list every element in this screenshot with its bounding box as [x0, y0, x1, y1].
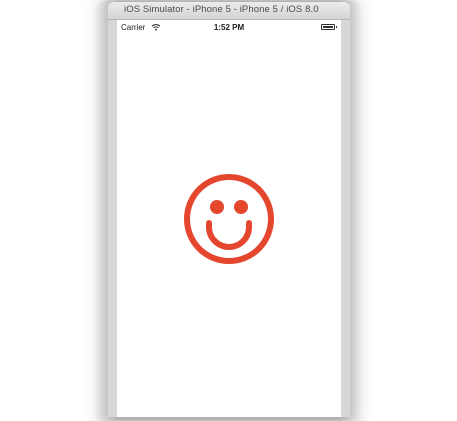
battery-fill	[323, 26, 333, 28]
status-bar: Carrier 1:52 PM	[117, 20, 341, 34]
window-title: iOS Simulator - iPhone 5 - iPhone 5 / iO…	[124, 4, 319, 15]
simulator-window: iOS Simulator - iPhone 5 - iPhone 5 / iO…	[108, 2, 350, 417]
smiley-left-eye	[210, 200, 224, 214]
status-time: 1:52 PM	[213, 23, 245, 32]
desktop: iOS Simulator - iPhone 5 - iPhone 5 / iO…	[0, 0, 457, 421]
battery-icon	[321, 24, 337, 30]
device-screen[interactable]: Carrier 1:52 PM	[117, 20, 341, 417]
smiley-right-eye	[234, 200, 248, 214]
smiley-face-icon	[184, 174, 274, 264]
smiley-mouth	[206, 220, 252, 250]
window-titlebar[interactable]: iOS Simulator - iPhone 5 - iPhone 5 / iO…	[108, 2, 350, 20]
